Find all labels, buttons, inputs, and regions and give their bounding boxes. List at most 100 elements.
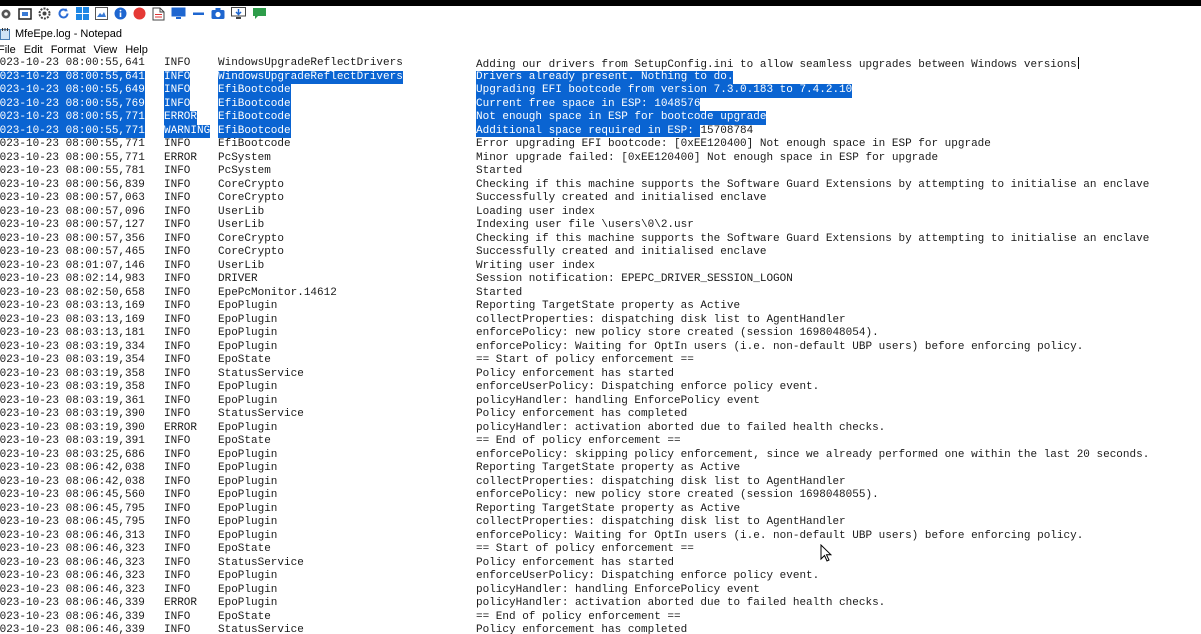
- refresh-icon[interactable]: [57, 7, 70, 25]
- log-message: Policy enforcement has started: [476, 367, 675, 380]
- log-level: INFO: [164, 286, 191, 299]
- log-level: INFO: [164, 381, 191, 393]
- log-line: 2023-10-23 08:00:55,771 INFO EfiBootcode Er…: [0, 138, 1201, 152]
- log-message: Reporting TargetState property as Active: [476, 300, 741, 312]
- log-line: 2023-10-23 08:00:57,063 INFO CoreCrypto Suc…: [0, 192, 1201, 206]
- log-line: 2023-10-23 08:03:13,181 INFO EpoPlugin enfo…: [0, 327, 1201, 341]
- log-component: StatusService: [218, 556, 304, 569]
- minus-icon[interactable]: [192, 7, 205, 25]
- log-line: 2023-10-23 08:01:07,146 INFO UserLib Writin…: [0, 260, 1201, 274]
- menu-file[interactable]: File: [0, 44, 16, 56]
- log-timestamp: 2023-10-23 08:00:55,771: [0, 151, 145, 164]
- gear-icon[interactable]: [38, 7, 51, 25]
- log-line: 2023-10-23 08:06:46,339 INFO StatusService…: [0, 624, 1201, 634]
- log-timestamp: 2023-10-23 08:00:55,649: [0, 84, 145, 98]
- log-timestamp: 2023-10-23 08:06:45,560: [0, 489, 145, 501]
- log-component: UserLib: [218, 259, 265, 272]
- log-timestamp: 2023-10-23 08:06:42,038: [0, 462, 145, 474]
- log-message: Upgrading EFI bootcode from version 7.3.…: [476, 84, 853, 98]
- log-message: enforcePolicy: new policy store created …: [476, 489, 879, 501]
- menu-view[interactable]: View: [94, 44, 118, 56]
- record-icon[interactable]: [133, 7, 146, 25]
- log-level: INFO: [164, 502, 191, 515]
- log-message: Policy enforcement has completed: [476, 408, 688, 420]
- log-message: enforcePolicy: Waiting for OptIn users (…: [476, 340, 1084, 353]
- monitor-down-icon[interactable]: [231, 7, 246, 25]
- log-level: INFO: [164, 273, 191, 285]
- log-line: 2023-10-23 08:03:25,686 INFO EpoPlugin enfo…: [0, 449, 1201, 463]
- log-level: INFO: [164, 84, 191, 98]
- log-component: EpoPlugin: [218, 381, 278, 393]
- window-title: MfeEpe.log - Notepad: [15, 28, 123, 40]
- log-message: == Start of policy enforcement ==: [476, 543, 694, 555]
- log-message: enforcePolicy: skipping policy enforceme…: [476, 448, 1150, 461]
- log-message: enforceUserPolicy: Dispatching enforce p…: [476, 381, 820, 393]
- log-component: EpoPlugin: [218, 421, 278, 434]
- log-timestamp: 2023-10-23 08:06:45,795: [0, 516, 145, 528]
- quick-launch-toolbar: [0, 6, 1201, 26]
- log-timestamp: 2023-10-23 08:06:46,339: [0, 610, 145, 623]
- log-component: EpoPlugin: [218, 583, 278, 596]
- menu-edit[interactable]: Edit: [24, 44, 43, 56]
- document-icon[interactable]: [152, 7, 165, 26]
- log-message: Started: [476, 165, 523, 177]
- monitor-icon[interactable]: [171, 7, 186, 25]
- log-message: Successfully created and initialised enc…: [476, 192, 767, 204]
- log-timestamp: 2023-10-23 08:06:46,323: [0, 543, 145, 555]
- log-component: EfiBootcode: [218, 138, 291, 150]
- windows-icon[interactable]: [76, 7, 89, 25]
- log-timestamp: 2023-10-23 08:03:19,354: [0, 354, 145, 366]
- log-level: INFO: [164, 489, 191, 501]
- log-timestamp: 2023-10-23 08:00:57,096: [0, 205, 145, 218]
- log-line: 2023-10-23 08:00:55,649 INFO EfiBootcode Up…: [0, 84, 1201, 98]
- log-component: EpoPlugin: [218, 394, 278, 407]
- log-message: enforcePolicy: new policy store created …: [476, 327, 879, 339]
- log-level: INFO: [164, 367, 191, 380]
- log-level: ERROR: [164, 421, 198, 434]
- log-timestamp: 2023-10-23 08:02:50,658: [0, 286, 145, 299]
- log-message: Drivers already present. Nothing to do.: [476, 70, 734, 84]
- log-timestamp: 2023-10-23 08:03:13,181: [0, 327, 145, 339]
- log-timestamp: 2023-10-23 08:03:19,390: [0, 408, 145, 420]
- log-message: Additional space required in ESP:: [476, 124, 701, 137]
- log-message: collectProperties: dispatching disk list…: [476, 313, 846, 326]
- log-line: 2023-10-23 08:03:19,334 INFO EpoPlugin enfo…: [0, 341, 1201, 355]
- log-level: INFO: [164, 448, 191, 461]
- log-component: EpoPlugin: [218, 502, 278, 515]
- log-level: INFO: [164, 219, 191, 231]
- log-component: CoreCrypto: [218, 192, 285, 204]
- screenshot-frame-icon[interactable]: [18, 7, 32, 25]
- log-component: EfiBootcode: [218, 84, 291, 98]
- log-level: INFO: [164, 475, 191, 488]
- log-component: EpoPlugin: [218, 516, 278, 528]
- log-line: 2023-10-23 08:06:46,339 INFO EpoState == En…: [0, 611, 1201, 625]
- log-line: 2023-10-23 08:03:19,390 INFO StatusService…: [0, 408, 1201, 422]
- log-level: INFO: [164, 327, 191, 339]
- log-level: INFO: [164, 529, 191, 542]
- log-message: == Start of policy enforcement ==: [476, 354, 694, 366]
- log-component: EpoState: [218, 543, 271, 555]
- log-timestamp: 2023-10-23 08:00:55,641: [0, 57, 145, 69]
- menu-help[interactable]: Help: [125, 44, 148, 56]
- settings-icon[interactable]: [0, 7, 12, 25]
- log-component: EfiBootcode: [218, 124, 291, 138]
- log-component: EpoState: [218, 610, 271, 623]
- log-line: 2023-10-23 08:02:50,658 INFO EpePcMonitor.…: [0, 287, 1201, 301]
- log-timestamp: 2023-10-23 08:03:19,390: [0, 421, 145, 434]
- log-level: INFO: [164, 178, 191, 191]
- menu-format[interactable]: Format: [51, 44, 86, 56]
- log-line: 2023-10-23 08:06:46,339 ERROR EpoPlugin pol…: [0, 597, 1201, 611]
- camera-icon[interactable]: [211, 7, 225, 25]
- log-timestamp: 2023-10-23 08:06:46,339: [0, 624, 145, 634]
- info-icon[interactable]: [114, 7, 127, 25]
- text-editor[interactable]: 2023-10-23 08:00:55,641 INFO WindowsUpgrad…: [0, 57, 1201, 634]
- log-line: 2023-10-23 08:00:57,127 INFO UserLib Indexi…: [0, 219, 1201, 233]
- log-line: 2023-10-23 08:00:55,641 INFO WindowsUpgrad…: [0, 70, 1201, 84]
- log-line: 2023-10-23 08:03:19,358 INFO EpoPlugin enfo…: [0, 381, 1201, 395]
- log-level: INFO: [164, 138, 191, 150]
- log-component: EpoState: [218, 354, 271, 366]
- chat-icon[interactable]: [252, 7, 267, 25]
- log-timestamp: 2023-10-23 08:00:55,771: [0, 111, 145, 125]
- log-line: 2023-10-23 08:03:19,391 INFO EpoState == En…: [0, 435, 1201, 449]
- image-icon[interactable]: [95, 7, 108, 25]
